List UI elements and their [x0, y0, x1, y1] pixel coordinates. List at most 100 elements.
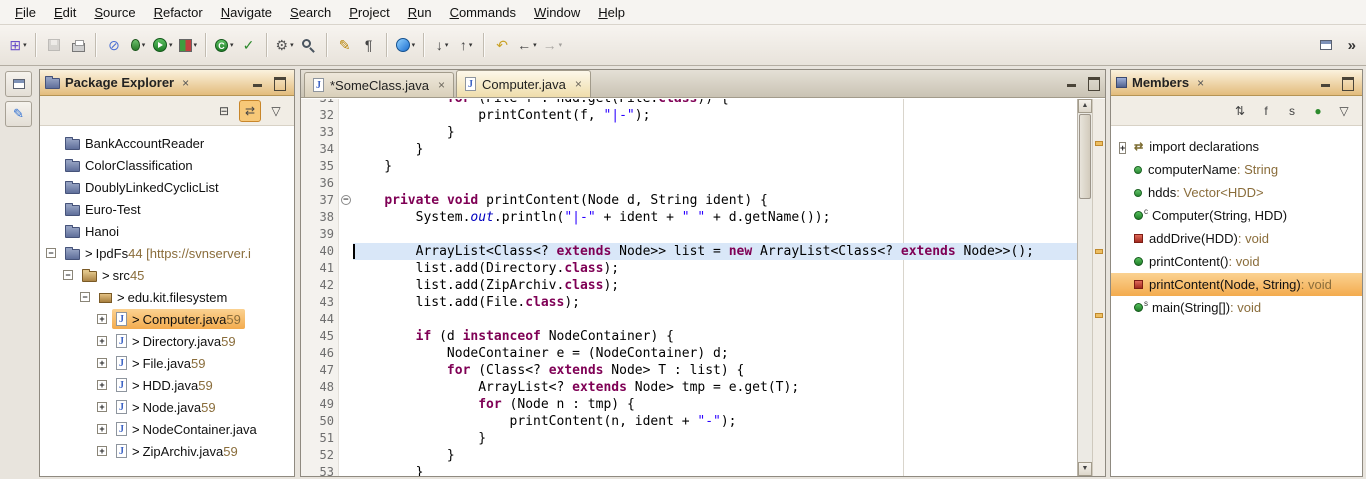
tree-expander-icon[interactable]: + [97, 336, 107, 346]
code-line-39[interactable]: 39 [301, 226, 1077, 243]
annotation-marker[interactable] [1095, 249, 1103, 254]
minimize-icon[interactable] [1319, 76, 1333, 89]
tree-expander-icon[interactable]: + [97, 402, 107, 412]
code-line-47[interactable]: 47 for (Class<? extends Node> T : list) … [301, 362, 1077, 379]
tree-item-hdd-java[interactable]: +>HDD.java 59 [40, 374, 294, 396]
code-line-36[interactable]: 36 [301, 175, 1077, 192]
scrollbar-thumb[interactable] [1079, 114, 1091, 199]
menu-source[interactable]: Source [85, 1, 144, 24]
tree-item-bankaccountreader[interactable]: BankAccountReader [40, 132, 294, 154]
tree-item-doublylinkedcycliclist[interactable]: DoublyLinkedCyclicList [40, 176, 294, 198]
run-button[interactable]: ▾ [150, 32, 176, 58]
coverage-button[interactable]: ▾ [176, 32, 201, 58]
last-edit-location-button[interactable]: ↶ [490, 32, 514, 58]
tree-item-src[interactable]: −>src 45 [40, 264, 294, 286]
code-line-43[interactable]: 43 list.add(File.class); [301, 294, 1077, 311]
menu-project[interactable]: Project [340, 1, 398, 24]
previous-annotation-button[interactable]: ↑▾ [454, 32, 478, 58]
scrollbar-down-arrow-icon[interactable]: ▼ [1078, 462, 1092, 476]
menu-file[interactable]: File [6, 1, 45, 24]
show-whitespace-button[interactable]: ¶ [357, 32, 381, 58]
member-printcontent[interactable]: printContent() : void [1111, 250, 1362, 273]
tree-expander-icon[interactable]: − [80, 292, 90, 302]
code-line-33[interactable]: 33 } [301, 124, 1077, 141]
minimized-view-button[interactable]: ✎ [5, 101, 32, 127]
tree-item-edu-kit-filesystem[interactable]: −>edu.kit.filesystem [40, 286, 294, 308]
new-wizard-button[interactable]: ⊞▾ [6, 32, 30, 58]
code-line-42[interactable]: 42 list.add(ZipArchiv.class); [301, 277, 1077, 294]
menu-search[interactable]: Search [281, 1, 340, 24]
member-computer-string-hdd[interactable]: cComputer(String, HDD) [1111, 204, 1362, 227]
code-line-46[interactable]: 46 NodeContainer e = (NodeContainer) d; [301, 345, 1077, 362]
hide-non-public-button[interactable]: ● [1307, 100, 1329, 122]
package-explorer-close-icon[interactable]: × [182, 76, 189, 90]
tree-expander-icon[interactable]: + [97, 380, 107, 390]
tab-close-icon[interactable]: × [575, 77, 582, 91]
search-button[interactable] [297, 32, 321, 58]
mark-occurrences-button[interactable]: ✎ [333, 32, 357, 58]
code-line-52[interactable]: 52 } [301, 447, 1077, 464]
tab-close-icon[interactable]: × [438, 78, 445, 92]
code-line-40[interactable]: 40 ArrayList<Class<? extends Node>> list… [301, 243, 1077, 260]
annotation-marker[interactable] [1095, 313, 1103, 318]
menu-refactor[interactable]: Refactor [145, 1, 212, 24]
print-button[interactable] [66, 32, 90, 58]
member-computername[interactable]: computerName : String [1111, 158, 1362, 181]
maximize-icon[interactable] [1340, 76, 1354, 89]
code-line-38[interactable]: 38 System.out.println("|-" + ident + " "… [301, 209, 1077, 226]
tree-item-hanoi[interactable]: Hanoi [40, 220, 294, 242]
code-line-35[interactable]: 35 } [301, 158, 1077, 175]
code-line-45[interactable]: 45 if (d instanceof NodeContainer) { [301, 328, 1077, 345]
tree-expander-icon[interactable]: − [46, 248, 56, 258]
annotation-marker[interactable] [1095, 141, 1103, 146]
tree-item-nodecontainer-java[interactable]: +>NodeContainer.java [40, 418, 294, 440]
tree-item-node-java[interactable]: +>Node.java 59 [40, 396, 294, 418]
tree-expander-icon[interactable]: + [97, 358, 107, 368]
menu-help[interactable]: Help [589, 1, 634, 24]
tree-item-colorclassification[interactable]: ColorClassification [40, 154, 294, 176]
code-line-50[interactable]: 50 printContent(n, ident + "-"); [301, 413, 1077, 430]
tree-item-ipdfs[interactable]: −>IpdFs 44 [https://svnserver.i [40, 242, 294, 264]
members-view-menu-button[interactable]: ▽ [1333, 100, 1355, 122]
scrollbar-up-arrow-icon[interactable]: ▲ [1078, 99, 1092, 113]
editor-tab-computer-java[interactable]: Computer.java× [456, 70, 591, 97]
code-line-41[interactable]: 41 list.add(Directory.class); [301, 260, 1077, 277]
code-line-48[interactable]: 48 ArrayList<? extends Node> tmp = e.get… [301, 379, 1077, 396]
next-annotation-button[interactable]: ↓▾ [430, 32, 454, 58]
perspective-button[interactable] [1314, 32, 1338, 58]
view-menu-button[interactable]: ▽ [265, 100, 287, 122]
minimize-icon[interactable] [251, 76, 265, 89]
menu-edit[interactable]: Edit [45, 1, 85, 24]
tree-item-ziparchiv-java[interactable]: +>ZipArchiv.java 59 [40, 440, 294, 462]
link-with-editor-button[interactable]: ⇄ [239, 100, 261, 122]
debug-button[interactable]: ▾ [126, 32, 150, 58]
code-line-37[interactable]: 37− private void printContent(Node d, St… [301, 192, 1077, 209]
tree-item-computer-java[interactable]: +>Computer.java 59 [40, 308, 294, 330]
tree-item-file-java[interactable]: +>File.java 59 [40, 352, 294, 374]
web-browser-button[interactable]: ▾ [393, 32, 419, 58]
save-button[interactable] [42, 32, 66, 58]
sort-members-button[interactable]: ⇅ [1229, 100, 1251, 122]
tree-expander-icon[interactable]: − [63, 270, 73, 280]
member-expander-icon[interactable]: + [1119, 142, 1126, 154]
editor-vertical-scrollbar[interactable]: ▲ ▼ [1077, 99, 1092, 476]
editor-tab-someclass-java[interactable]: *SomeClass.java× [304, 72, 454, 97]
menu-navigate[interactable]: Navigate [212, 1, 281, 24]
code-line-32[interactable]: 32 printContent(f, "|-"); [301, 107, 1077, 124]
code-line-44[interactable]: 44 [301, 311, 1077, 328]
member-adddrive-hdd[interactable]: addDrive(HDD) : void [1111, 227, 1362, 250]
member-hdds[interactable]: hdds : Vector<HDD> [1111, 181, 1362, 204]
hide-static-members-button[interactable]: s [1281, 100, 1303, 122]
menu-commands[interactable]: Commands [441, 1, 525, 24]
code-line-51[interactable]: 51 } [301, 430, 1077, 447]
forward-button[interactable]: →▾ [540, 32, 566, 58]
tree-expander-icon[interactable]: + [97, 314, 107, 324]
restore-views-button[interactable] [5, 71, 32, 97]
tree-item-euro-test[interactable]: Euro-Test [40, 198, 294, 220]
maximize-icon[interactable] [272, 76, 286, 89]
tree-expander-icon[interactable]: + [97, 424, 107, 434]
minimize-icon[interactable] [1065, 76, 1079, 89]
menu-run[interactable]: Run [399, 1, 441, 24]
skip-breakpoints-button[interactable]: ⊘ [102, 32, 126, 58]
member-import-declarations[interactable]: +⇄import declarations [1111, 135, 1362, 158]
